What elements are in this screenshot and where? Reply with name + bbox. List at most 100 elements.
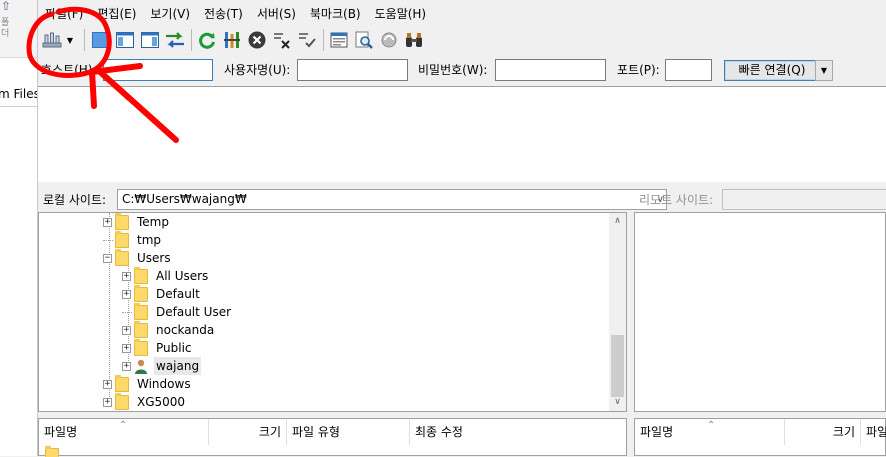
disconnect-icon	[274, 33, 290, 49]
folder-icon	[134, 284, 148, 302]
expand-icon[interactable]: +	[122, 289, 131, 299]
menu-help[interactable]: 도움말(H)	[368, 4, 434, 24]
tree-item-label: XG5000	[137, 395, 186, 409]
divider	[0, 106, 37, 107]
menu-edit[interactable]: 편집(E)	[90, 4, 143, 24]
binoculars-icon	[406, 33, 422, 47]
cancel-button[interactable]	[245, 28, 269, 52]
remote-directory-tree[interactable]	[634, 212, 886, 412]
tree-item-label: tmp	[137, 233, 162, 247]
scroll-down-arrow-icon[interactable]: ∨	[609, 394, 626, 411]
local-site-label: 로컬 사이트:	[43, 193, 107, 207]
column-header-modified[interactable]: 최종 수정	[410, 419, 627, 445]
tree-item-label: Default User	[156, 305, 232, 319]
password-label: 비밀번호(W):	[418, 63, 488, 77]
menu-view[interactable]: 보기(V)	[143, 4, 197, 24]
site-manager-icon	[42, 32, 62, 48]
tree-item-xg5000[interactable]: + XG5000	[103, 392, 187, 411]
background-window-strip: ⇧ 폴 더 m Files	[0, 0, 38, 456]
toggle-queue-icon	[166, 32, 184, 48]
tree-item-label: Users	[137, 251, 171, 265]
toggle-remote-tree-button[interactable]	[138, 28, 162, 52]
toggle-queue-button[interactable]	[163, 28, 187, 52]
toolbar-separator	[191, 29, 192, 51]
column-label: 파일 유형	[292, 425, 340, 439]
filename-filter-button[interactable]	[327, 28, 351, 52]
collapse-icon[interactable]: −	[103, 253, 112, 263]
tree-item-temp[interactable]: + Temp	[103, 213, 171, 231]
background-window-text: 폴 더	[1, 18, 10, 39]
column-label: 크기	[832, 425, 855, 439]
tree-item-users[interactable]: − Users	[103, 248, 173, 267]
tree-guide-line	[122, 312, 132, 313]
expand-icon[interactable]: +	[103, 379, 112, 389]
remote-site-path-combobox[interactable]	[722, 189, 886, 210]
user-folder-icon	[134, 359, 148, 374]
process-queue-button[interactable]	[220, 28, 244, 52]
chevron-down-icon: ▼	[820, 66, 828, 75]
site-manager-dropdown[interactable]: ▼	[65, 28, 75, 52]
toggle-local-tree-button[interactable]	[113, 28, 137, 52]
expand-icon[interactable]: +	[103, 217, 112, 227]
expand-icon[interactable]: +	[122, 271, 131, 281]
local-site-bar: 로컬 사이트: C:₩Users₩wajang₩ ∨	[38, 188, 667, 212]
tree-item-wajang[interactable]: + wajang	[122, 357, 202, 375]
expand-icon[interactable]: +	[122, 325, 131, 335]
column-header-size[interactable]: 크기	[785, 419, 861, 445]
column-label: 파일명	[640, 425, 674, 439]
host-input[interactable]	[103, 59, 213, 81]
message-log[interactable]	[38, 86, 886, 182]
toggle-log-button[interactable]	[88, 28, 112, 52]
column-label: 파일명	[44, 425, 78, 439]
tree-item-tmp[interactable]: tmp	[103, 230, 163, 249]
username-input[interactable]	[297, 59, 408, 81]
column-header-filetype[interactable]: 파일 유형	[287, 419, 410, 445]
port-input[interactable]	[665, 59, 712, 81]
menu-server[interactable]: 서버(S)	[250, 4, 303, 24]
tree-vertical-scrollbar[interactable]: ∧ ∨	[609, 213, 626, 411]
menu-file[interactable]: 파일(F)	[38, 4, 90, 24]
password-input[interactable]	[495, 59, 606, 81]
scroll-up-arrow-icon[interactable]: ∧	[609, 213, 626, 230]
expand-icon[interactable]: +	[103, 397, 112, 407]
local-site-path-combobox[interactable]: C:₩Users₩wajang₩ ∨	[117, 189, 667, 210]
remote-site-bar: 리모트 사이트:	[634, 188, 886, 212]
menu-transfer[interactable]: 전송(T)	[197, 4, 250, 24]
folder-icon	[115, 213, 129, 230]
remote-file-list[interactable]: 파일명 ⌃ 크기 파일	[634, 418, 886, 456]
tree-item-default[interactable]: + Default	[122, 284, 202, 303]
tree-item-nockanda[interactable]: + nockanda	[122, 320, 216, 339]
expand-icon[interactable]: +	[122, 361, 131, 371]
toolbar: ▼	[38, 25, 886, 55]
reconnect-button[interactable]	[295, 28, 319, 52]
menu-bookmarks[interactable]: 북마크(B)	[303, 4, 368, 24]
tree-item-public[interactable]: + Public	[122, 338, 194, 357]
folder-icon	[134, 338, 148, 356]
quickconnect-history-dropdown[interactable]: ▼	[815, 60, 833, 81]
search-files-icon	[355, 31, 373, 49]
sort-ascending-icon: ⌃	[707, 420, 716, 431]
column-header-filetype[interactable]: 파일	[861, 419, 886, 445]
quickconnect-button[interactable]: 빠른 연결(Q)	[724, 60, 820, 81]
tree-item-label: Default	[156, 287, 200, 301]
sync-browse-button[interactable]	[377, 28, 401, 52]
tree-item-all-users[interactable]: + All Users	[122, 266, 210, 285]
column-label: 크기	[258, 425, 281, 439]
chevron-down-icon: ▼	[66, 35, 74, 45]
search-files-button[interactable]	[352, 28, 376, 52]
site-manager-button[interactable]	[40, 28, 64, 52]
find-button[interactable]	[402, 28, 426, 52]
scrollbar-thumb[interactable]	[611, 335, 624, 397]
tree-item-default-user[interactable]: Default User	[122, 302, 233, 321]
column-header-filename[interactable]: 파일명 ⌃	[39, 419, 209, 445]
expand-icon[interactable]: +	[122, 343, 131, 353]
tree-item-windows[interactable]: + Windows	[103, 374, 193, 393]
local-file-list[interactable]: 파일명 ⌃ 크기 파일 유형 최종 수정	[38, 418, 627, 457]
column-header-size[interactable]: 크기	[209, 419, 287, 445]
toggle-log-icon	[92, 32, 108, 48]
column-header-filename[interactable]: 파일명 ⌃	[635, 419, 785, 445]
refresh-button[interactable]	[195, 28, 219, 52]
local-directory-tree[interactable]: + Temp tmp − Users + All Users + Default Default …	[38, 212, 627, 412]
disconnect-button[interactable]	[270, 28, 294, 52]
process-queue-icon	[224, 32, 240, 48]
